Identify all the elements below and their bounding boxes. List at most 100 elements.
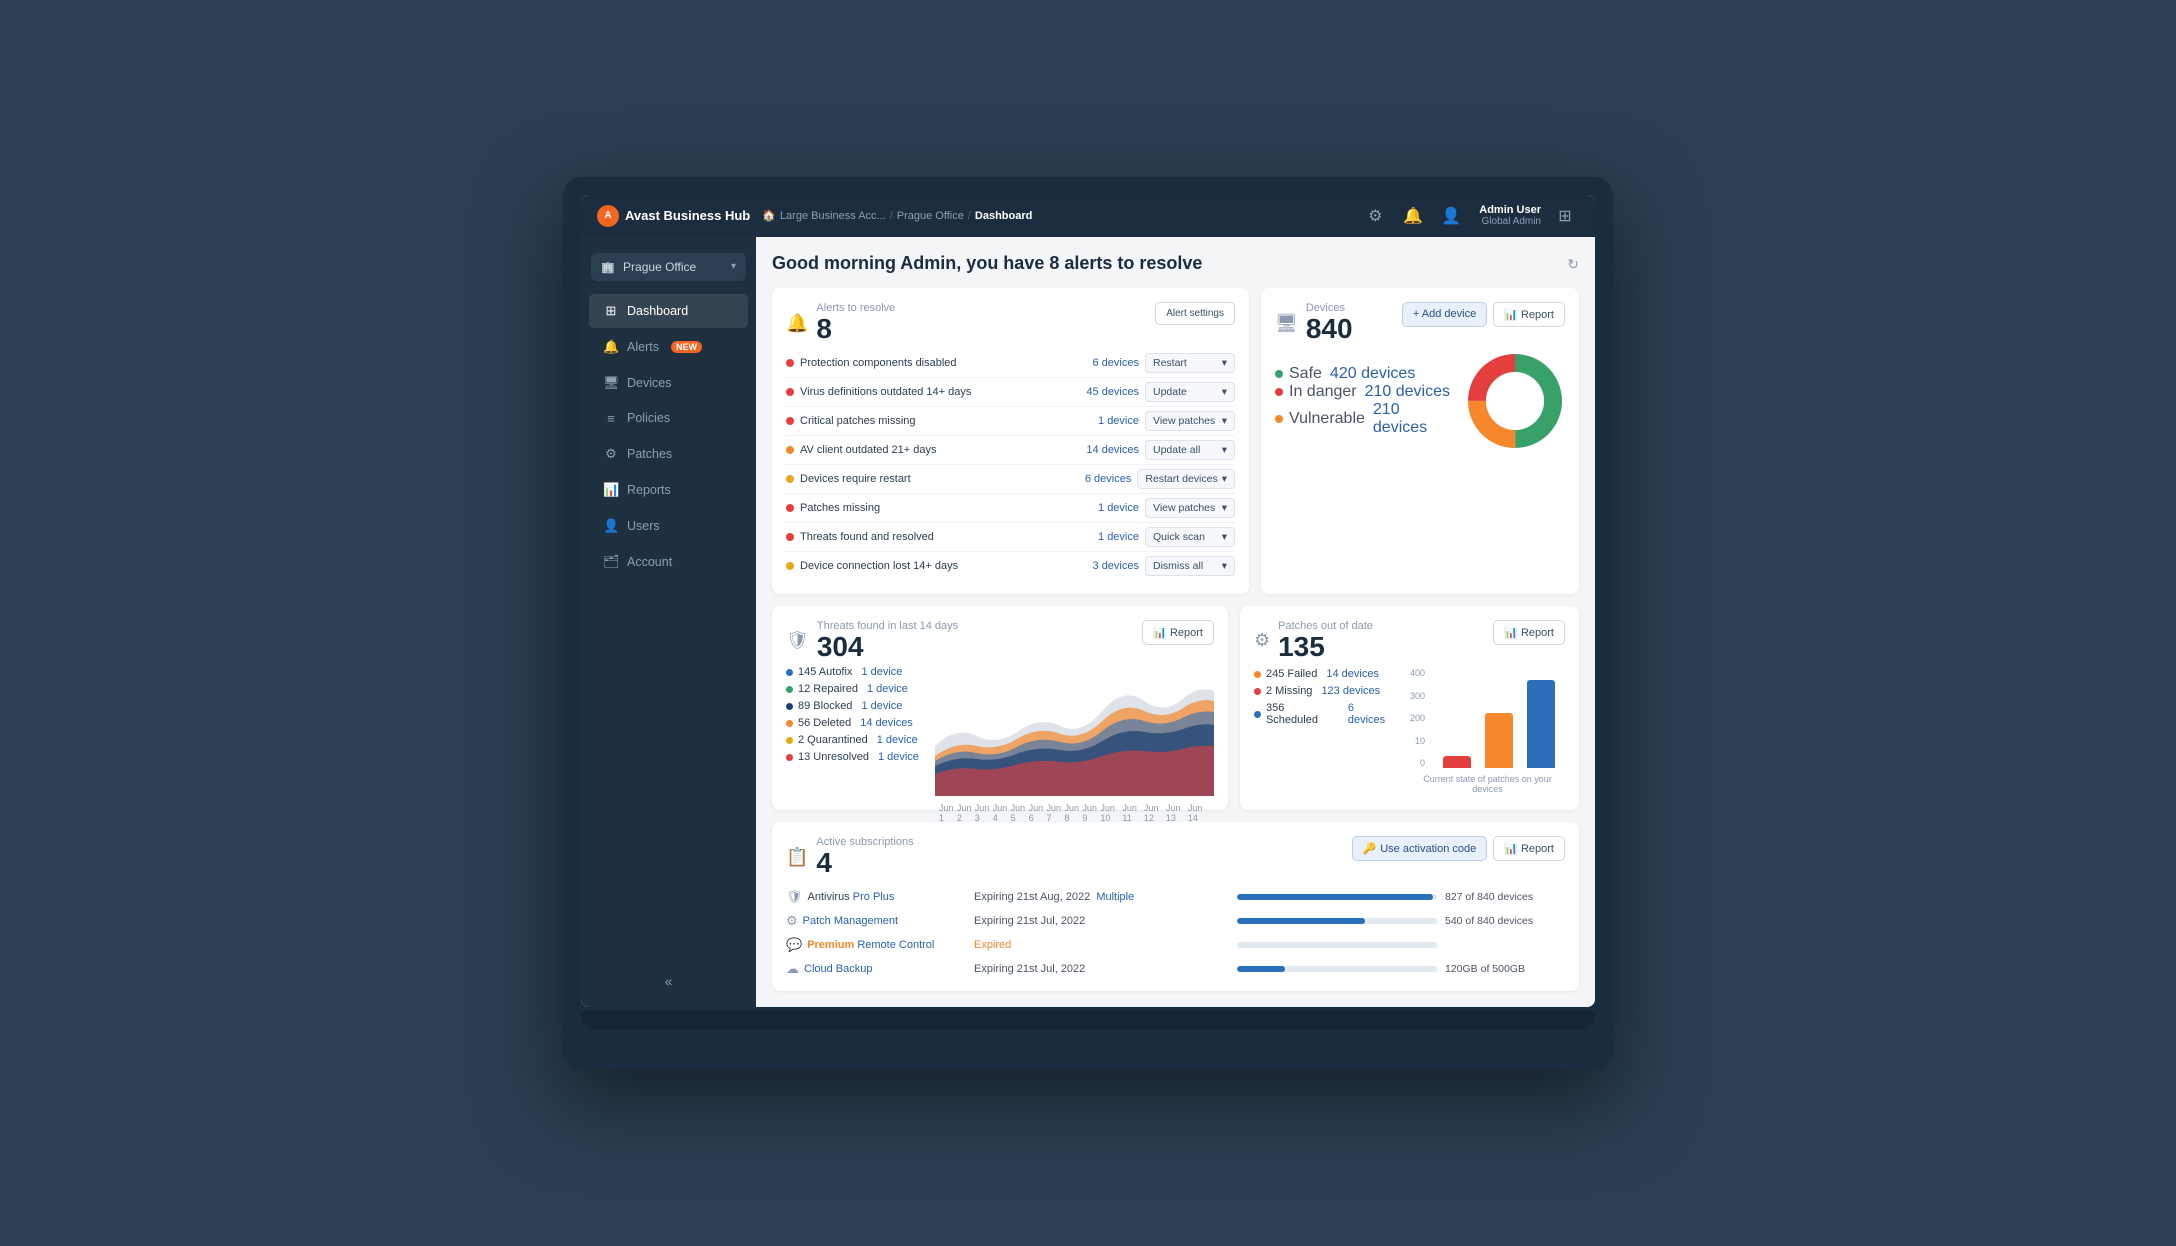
sidebar-item-alerts[interactable]: 🔔 Alerts NEW bbox=[589, 330, 748, 364]
sub-remote: 💬 Premium Remote Control bbox=[786, 937, 966, 953]
key-icon: 🔑 bbox=[1363, 842, 1377, 855]
sidebar-item-account[interactable]: 🗂 Account bbox=[589, 545, 748, 579]
sidebar-item-reports[interactable]: 📊 Reports bbox=[589, 473, 748, 507]
alerts-card: 🔔 Alerts to resolve 8 Alert settings bbox=[772, 288, 1249, 594]
patch-mgmt-icon: ⚙ bbox=[786, 913, 798, 929]
alerts-icon: 🔔 bbox=[603, 339, 619, 355]
patches-icon: ⚙ bbox=[1254, 630, 1270, 651]
threats-content: 145 Autofix 1 device 12 Repaired 1 devic… bbox=[786, 666, 1214, 796]
alert-action-update-all[interactable]: Update all ▾ bbox=[1145, 440, 1235, 460]
blocked-link[interactable]: 1 device bbox=[861, 700, 902, 712]
devices-card: 🖥 Devices 840 + Add device 📊 Report bbox=[1261, 288, 1579, 594]
sidebar-item-policies[interactable]: ≡ Policies bbox=[589, 402, 748, 435]
threat-repaired: 12 Repaired 1 device bbox=[786, 683, 919, 695]
antivirus-link[interactable]: Pro Plus bbox=[853, 891, 895, 903]
add-device-button[interactable]: + Add device bbox=[1402, 302, 1487, 327]
sub-remote-expiry: Expired bbox=[974, 939, 1229, 951]
antivirus-icon: 🛡 bbox=[786, 889, 803, 905]
policies-icon: ≡ bbox=[603, 411, 619, 426]
threat-quarantined: 2 Quarantined 1 device bbox=[786, 734, 919, 746]
main-layout: 🏢 Prague Office ▾ ⊞ Dashboard 🔔 Alerts N… bbox=[581, 237, 1595, 1007]
legend-danger: In danger 210 devices bbox=[1275, 383, 1455, 401]
devices-actions: + Add device 📊 Report bbox=[1402, 302, 1565, 327]
chart-x-axis: Jun 1 Jun 2 Jun 3 Jun 4 Jun 5 Jun 6 Jun … bbox=[935, 803, 1214, 823]
sidebar-devices-label: Devices bbox=[627, 376, 671, 390]
missing-link[interactable]: 123 devices bbox=[1321, 685, 1380, 697]
alert-dot bbox=[786, 504, 794, 512]
alert-action-restart[interactable]: Restart ▾ bbox=[1145, 353, 1235, 373]
refresh-icon[interactable]: ↻ bbox=[1567, 256, 1579, 273]
quarantined-link[interactable]: 1 device bbox=[877, 734, 918, 746]
sidebar-item-dashboard[interactable]: ⊞ Dashboard bbox=[589, 294, 748, 328]
use-activation-code-button[interactable]: 🔑 Use activation code bbox=[1352, 836, 1488, 861]
sub-backup-progress bbox=[1237, 966, 1437, 972]
alert-row-5: Devices require restart 6 devices Restar… bbox=[786, 465, 1235, 494]
alert-action-quick-scan[interactable]: Quick scan ▾ bbox=[1145, 527, 1235, 547]
user-role: Global Admin bbox=[1482, 216, 1541, 227]
subscriptions-report-button[interactable]: 📊 Report bbox=[1493, 836, 1565, 861]
office-selector[interactable]: 🏢 Prague Office ▾ bbox=[591, 253, 746, 281]
patches-bar-chart: 400 300 200 10 0 bbox=[1410, 668, 1565, 794]
autofix-link[interactable]: 1 device bbox=[861, 666, 902, 678]
office-icon: 🏢 bbox=[601, 262, 615, 274]
screen: A Avast Business Hub 🏠 Large Business Ac… bbox=[581, 195, 1595, 1007]
scheduled-link[interactable]: 6 devices bbox=[1348, 702, 1394, 726]
collapse-sidebar-button[interactable]: « bbox=[591, 965, 746, 997]
sub-patch-expiry: Expiring 21st Jul, 2022 bbox=[974, 915, 1229, 927]
alert-dot bbox=[786, 359, 794, 367]
sidebar: 🏢 Prague Office ▾ ⊞ Dashboard 🔔 Alerts N… bbox=[581, 237, 756, 1007]
threat-autofix: 145 Autofix 1 device bbox=[786, 666, 919, 678]
backup-link[interactable]: Cloud Backup bbox=[804, 963, 873, 975]
patches-content: 245 Failed 14 devices 2 Missing 123 devi… bbox=[1254, 668, 1565, 794]
user-icon[interactable]: 👤 bbox=[1437, 202, 1465, 230]
notification-icon[interactable]: 🔔 bbox=[1399, 202, 1427, 230]
alert-row-1: Protection components disabled 6 devices… bbox=[786, 349, 1235, 378]
alerts-table: Protection components disabled 6 devices… bbox=[786, 349, 1235, 580]
patches-report-button[interactable]: 📊 Report bbox=[1493, 620, 1565, 645]
alerts-title: Alerts to resolve bbox=[816, 302, 895, 314]
laptop-frame: A Avast Business Hub 🏠 Large Business Ac… bbox=[563, 177, 1613, 1069]
alert-action-restart-devices[interactable]: Restart devices ▾ bbox=[1137, 469, 1235, 489]
sidebar-patches-label: Patches bbox=[627, 447, 672, 461]
devices-title: Devices bbox=[1306, 302, 1353, 314]
devices-count: 840 bbox=[1306, 314, 1353, 345]
sub-antivirus-progress bbox=[1237, 894, 1437, 900]
repaired-link[interactable]: 1 device bbox=[867, 683, 908, 695]
apps-icon[interactable]: ⊞ bbox=[1551, 202, 1579, 230]
monitor-icon: 🖥 bbox=[1275, 313, 1298, 334]
patches-card-header: ⚙ Patches out of date 135 📊 Report bbox=[1254, 620, 1565, 663]
patch-mgmt-link[interactable]: Patch Management bbox=[803, 915, 898, 927]
failed-link[interactable]: 14 devices bbox=[1326, 668, 1379, 680]
bell-icon: 🔔 bbox=[786, 313, 808, 334]
alert-action-view-patches-2[interactable]: View patches ▾ bbox=[1145, 498, 1235, 518]
sub-patch-progress bbox=[1237, 918, 1437, 924]
sub-antivirus-expiry: Expiring 21st Aug, 2022 Multiple bbox=[974, 891, 1229, 903]
sub-backup-count: 120GB of 500GB bbox=[1445, 963, 1565, 975]
danger-devices-link[interactable]: 210 devices bbox=[1365, 383, 1450, 401]
vulnerable-devices-link[interactable]: 210 devices bbox=[1373, 401, 1455, 437]
alert-dot bbox=[786, 475, 794, 483]
patches-legend: 245 Failed 14 devices 2 Missing 123 devi… bbox=[1254, 668, 1394, 794]
account-icon: 🗂 bbox=[603, 554, 619, 570]
alert-action-dismiss-all[interactable]: Dismiss all ▾ bbox=[1145, 556, 1235, 576]
y-axis: 400 300 200 10 0 bbox=[1410, 668, 1429, 768]
sidebar-item-patches[interactable]: ⚙ Patches bbox=[589, 437, 748, 471]
unresolved-link[interactable]: 1 device bbox=[878, 751, 919, 763]
patch-failed: 245 Failed 14 devices bbox=[1254, 668, 1394, 680]
alert-action-view-patches[interactable]: View patches ▾ bbox=[1145, 411, 1235, 431]
settings-icon[interactable]: ⚙ bbox=[1361, 202, 1389, 230]
devices-report-button[interactable]: 📊 Report bbox=[1493, 302, 1565, 327]
remote-link[interactable]: Remote Control bbox=[857, 939, 934, 951]
threats-report-button[interactable]: 📊 Report bbox=[1142, 620, 1214, 645]
devices-content: Safe 420 devices In danger 210 devices bbox=[1275, 351, 1565, 451]
alert-row-3: Critical patches missing 1 device View p… bbox=[786, 407, 1235, 436]
sidebar-item-devices[interactable]: 🖥 Devices bbox=[589, 366, 748, 400]
deleted-link[interactable]: 14 devices bbox=[860, 717, 913, 729]
safe-devices-link[interactable]: 420 devices bbox=[1330, 365, 1415, 383]
patches-icon: ⚙ bbox=[603, 446, 619, 462]
devices-icon: 🖥 bbox=[603, 375, 619, 391]
alert-settings-button[interactable]: Alert settings bbox=[1155, 302, 1235, 325]
user-info: Admin User Global Admin bbox=[1479, 204, 1541, 227]
sidebar-item-users[interactable]: 👤 Users bbox=[589, 509, 748, 543]
alert-action-update[interactable]: Update ▾ bbox=[1145, 382, 1235, 402]
